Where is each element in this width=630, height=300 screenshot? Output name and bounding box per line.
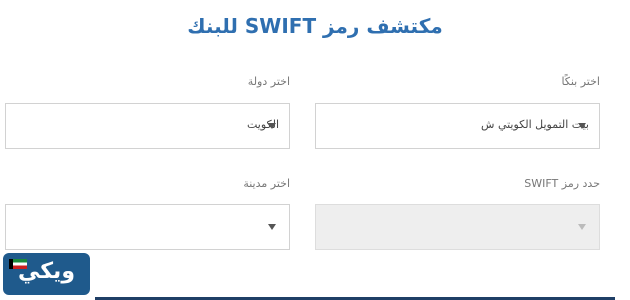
page-title: مكتشف رمز SWIFT للبنك bbox=[187, 14, 443, 38]
chevron-down-icon bbox=[268, 224, 276, 230]
bank-select[interactable]: بيت التمويل الكويتي ش bbox=[315, 103, 600, 149]
chevron-down-icon bbox=[578, 123, 586, 129]
logo-text: ويكي bbox=[18, 259, 75, 284]
country-select-label: اختر دولة bbox=[247, 75, 290, 88]
city-select[interactable] bbox=[5, 204, 290, 250]
swift-code-select bbox=[315, 204, 600, 250]
swift-code-label: حدد رمز SWIFT bbox=[524, 177, 600, 190]
city-select-label: اختر مدينة bbox=[243, 177, 290, 190]
chevron-down-icon bbox=[578, 224, 586, 230]
bank-select-label: اختر بنكًا bbox=[561, 75, 600, 88]
site-logo[interactable]: ويكي bbox=[3, 253, 90, 295]
country-select[interactable]: الكويت bbox=[5, 103, 290, 149]
chevron-down-icon bbox=[268, 123, 276, 129]
bank-select-value: بيت التمويل الكويتي ش bbox=[481, 118, 589, 131]
